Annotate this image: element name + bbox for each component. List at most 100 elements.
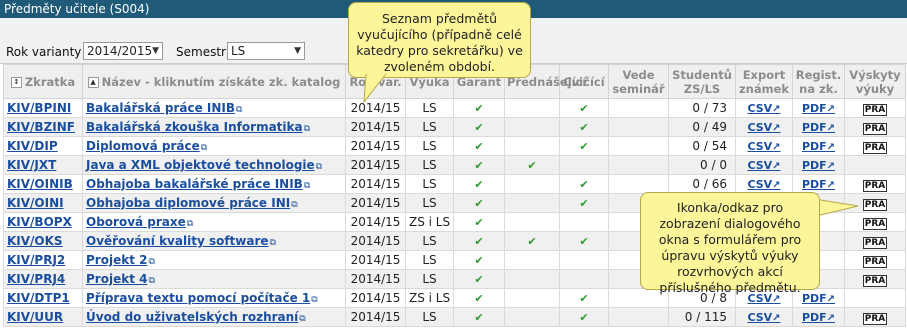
cvicici-cell: ✔ (559, 288, 609, 308)
seminar-cell (608, 155, 669, 175)
col-zkratka[interactable]: ↕ Zkratka (3, 64, 83, 99)
subject-name-cell[interactable]: Příprava textu pomocí počítače 1⧉ (82, 288, 346, 308)
subject-code-link[interactable]: KIV/OKS (7, 234, 63, 248)
students-cell: 0 / 66 (668, 174, 736, 194)
term-cell: LS (405, 136, 454, 156)
callout-occurrences: Ikonka/odkaz pro zobrazení dialogového o… (640, 192, 820, 295)
external-link-icon: ⧉ (303, 124, 311, 134)
prednasejici-cell: ✔ (504, 231, 560, 251)
garant-cell: ✔ (453, 155, 505, 175)
pra-occurrence-icon[interactable]: PRA (862, 198, 888, 211)
subject-code-link[interactable]: KIV/UUR (7, 310, 63, 324)
subject-code-cell[interactable]: KIV/PRJ4 (3, 269, 83, 289)
subject-code-link[interactable]: KIV/JXT (7, 158, 56, 172)
subject-name-cell[interactable]: Projekt 2⧉ (82, 250, 346, 270)
external-link-icon: ⧉ (269, 238, 276, 248)
subject-catalog-link[interactable]: Projekt 2 (86, 253, 147, 267)
garant-cell: ✔ (453, 231, 505, 251)
subject-code-cell[interactable]: KIV/DIP (3, 136, 83, 156)
subject-name-cell[interactable]: Úvod do uživatelských rozhraní⧉ (82, 307, 346, 327)
csv-export-link[interactable]: CSV↗ (747, 140, 780, 153)
subject-name-cell[interactable]: Diplomová práce⧉ (82, 136, 346, 156)
subject-catalog-link[interactable]: Úvod do uživatelských rozhraní (86, 310, 298, 324)
pra-occurrence-icon[interactable]: PRA (862, 122, 888, 135)
csv-export-link[interactable]: CSV↗ (747, 178, 780, 191)
pra-occurrence-icon[interactable]: PRA (862, 217, 888, 230)
pdf-regist-link[interactable]: PDF↗ (802, 178, 835, 191)
col-cvicici[interactable]: Cvičící (559, 64, 609, 99)
subject-code-link[interactable]: KIV/BZINF (7, 120, 75, 134)
subject-code-cell[interactable]: KIV/BOPX (3, 212, 83, 232)
col-nazev[interactable]: ▲ Název - kliknutím získáte zk. katalog (82, 64, 346, 99)
subject-catalog-link[interactable]: Oborová praxe (86, 215, 186, 229)
pra-occurrence-icon[interactable]: PRA (862, 141, 888, 154)
subject-code-link[interactable]: KIV/BPINI (7, 101, 71, 115)
col-vede-seminar[interactable]: Vede seminář (608, 64, 669, 99)
check-icon: ✔ (579, 197, 589, 210)
semestr-label: Semestr (176, 45, 226, 59)
subject-code-cell[interactable]: KIV/PRJ2 (3, 250, 83, 270)
csv-export-link[interactable]: CSV↗ (747, 121, 780, 134)
subject-name-cell[interactable]: Projekt 4⧉ (82, 269, 346, 289)
subject-name-cell[interactable]: Oborová praxe⧉ (82, 212, 346, 232)
subject-name-cell[interactable]: Ověřování kvality software⧉ (82, 231, 346, 251)
pra-occurrence-icon[interactable]: PRA (862, 179, 888, 192)
pdf-regist-link[interactable]: PDF↗ (802, 311, 835, 324)
subject-code-link[interactable]: KIV/BOPX (7, 215, 72, 229)
prednasejici-cell: ✔ (504, 155, 560, 175)
rok-varianty-select[interactable]: 2014/2015 ▼ (83, 42, 163, 60)
subject-code-link[interactable]: KIV/DIP (7, 139, 58, 153)
sort-icon[interactable]: ↕ (10, 76, 22, 88)
subject-code-cell[interactable]: KIV/BPINI (3, 98, 83, 118)
subject-code-cell[interactable]: KIV/JXT (3, 155, 83, 175)
subject-catalog-link[interactable]: Bakalářská zkouška Informatika (86, 120, 303, 134)
subject-code-cell[interactable]: KIV/BZINF (3, 117, 83, 137)
subject-catalog-link[interactable]: Ověřování kvality software (86, 234, 269, 248)
pra-occurrence-icon[interactable]: PRA (862, 274, 888, 287)
subject-code-link[interactable]: KIV/PRJ2 (7, 253, 65, 267)
pra-occurrence-icon[interactable]: PRA (862, 255, 888, 268)
subject-name-cell[interactable]: Bakalářská práce INIB⧉ (82, 98, 346, 118)
pdf-regist-link[interactable]: PDF↗ (802, 140, 835, 153)
term-cell: LS (405, 231, 454, 251)
subject-code-cell[interactable]: KIV/UUR (3, 307, 83, 327)
subject-code-cell[interactable]: KIV/OINI (3, 193, 83, 213)
subject-catalog-link[interactable]: Obhajoba bakalářské práce INIB (86, 177, 303, 191)
cvicici-cell (559, 212, 609, 232)
subject-name-cell[interactable]: Obhajoba diplomové práce INI⧉ (82, 193, 346, 213)
pra-occurrence-icon[interactable]: PRA (862, 103, 888, 116)
pdf-regist-link[interactable]: PDF↗ (802, 121, 835, 134)
csv-export-link[interactable]: CSV↗ (747, 311, 780, 324)
csv-export-link[interactable]: CSV↗ (747, 159, 780, 172)
external-link-icon: ↗ (826, 123, 836, 134)
subject-code-cell[interactable]: KIV/OKS (3, 231, 83, 251)
prednasejici-cell (504, 250, 560, 270)
subject-catalog-link[interactable]: Obhajoba diplomové práce INI (86, 196, 290, 210)
subject-catalog-link[interactable]: Java a XML objektové technologie (86, 158, 315, 172)
subject-code-link[interactable]: KIV/PRJ4 (7, 272, 65, 286)
subject-code-cell[interactable]: KIV/OINIB (3, 174, 83, 194)
subject-catalog-link[interactable]: Diplomová práce (86, 139, 200, 153)
prednasejici-cell (504, 136, 560, 156)
subject-name-cell[interactable]: Java a XML objektové technologie⧉ (82, 155, 346, 175)
subject-code-link[interactable]: KIV/OINIB (7, 177, 73, 191)
subject-catalog-link[interactable]: Projekt 4 (86, 272, 147, 286)
pra-occurrence-icon[interactable]: PRA (862, 312, 888, 325)
subject-code-cell[interactable]: KIV/DTP1 (3, 288, 83, 308)
semestr-select[interactable]: LS ▼ (227, 42, 305, 60)
pdf-regist-link[interactable]: PDF↗ (802, 292, 835, 305)
subject-code-link[interactable]: KIV/OINI (7, 196, 64, 210)
col-studentu[interactable]: Studentů ZS/LS (668, 64, 736, 99)
subject-catalog-link[interactable]: Příprava textu pomocí počítače 1 (86, 291, 310, 305)
subject-code-link[interactable]: KIV/DTP1 (7, 291, 70, 305)
subject-name-cell[interactable]: Bakalářská zkouška Informatika⧉ (82, 117, 346, 137)
csv-export-link[interactable]: CSV↗ (747, 102, 780, 115)
subject-catalog-link[interactable]: Bakalářská práce INIB (86, 101, 235, 115)
pdf-regist-link[interactable]: PDF↗ (802, 102, 835, 115)
sort-asc-icon[interactable]: ▲ (87, 76, 99, 88)
subject-name-cell[interactable]: Obhajoba bakalářské práce INIB⧉ (82, 174, 346, 194)
check-icon: ✔ (474, 178, 484, 191)
pra-occurrence-icon[interactable]: PRA (862, 236, 888, 249)
pdf-regist-link[interactable]: PDF↗ (802, 159, 835, 172)
term-cell: ZS i LS (405, 212, 454, 232)
